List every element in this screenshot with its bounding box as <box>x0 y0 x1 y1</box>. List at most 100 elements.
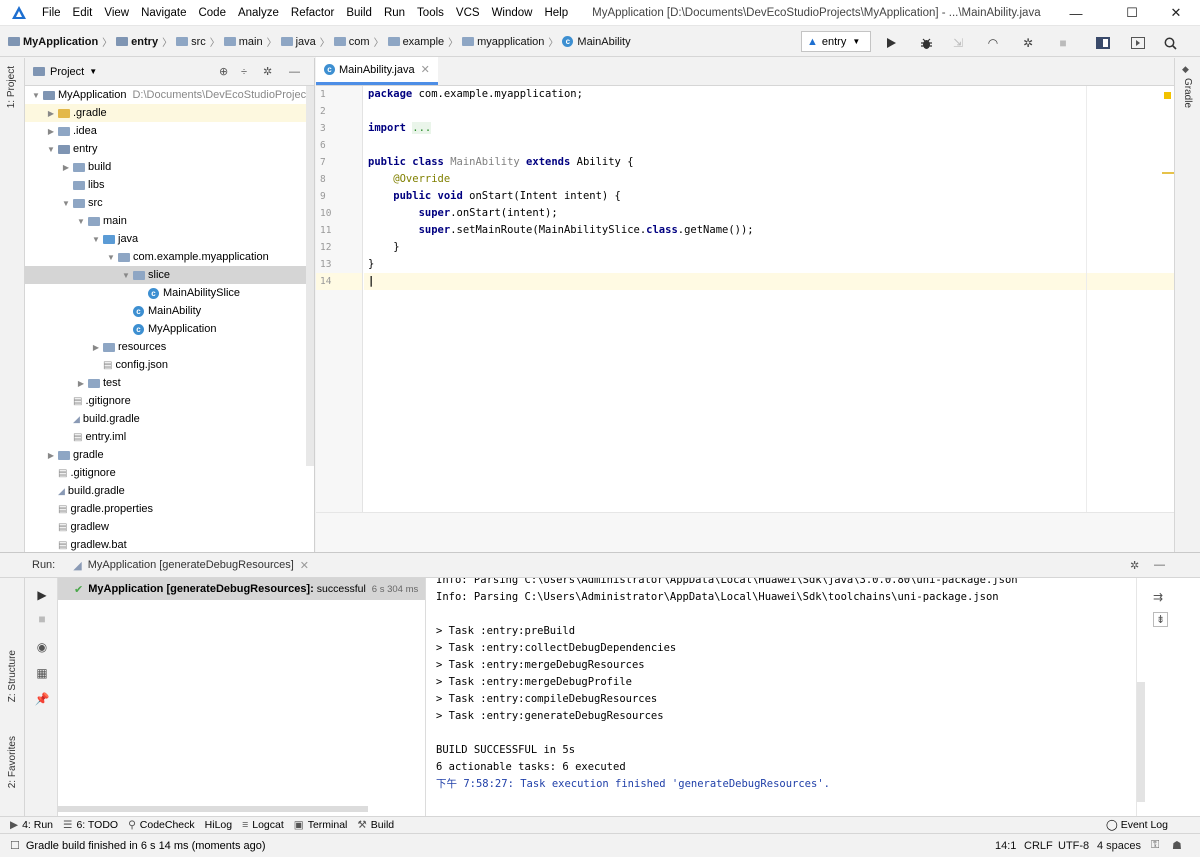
code-line[interactable]: public void onStart(Intent intent) { <box>364 188 1174 205</box>
menu-refactor[interactable]: Refactor <box>285 0 340 26</box>
debug-icon[interactable] <box>916 33 936 53</box>
tree-item[interactable]: ▼ slice <box>25 266 314 284</box>
caret-position[interactable]: 14:1 <box>995 840 1016 852</box>
tool-tab[interactable]: ☰ 6: TODO <box>63 819 118 831</box>
breadcrumb-item[interactable]: example 〉 <box>387 34 463 49</box>
status-message[interactable]: Gradle build finished in 6 s 14 ms (mome… <box>26 840 266 852</box>
breadcrumb-item[interactable]: MyApplication 〉 <box>8 34 116 49</box>
indent-setting[interactable]: 4 spaces <box>1097 840 1141 852</box>
structure-tool-tab[interactable]: Z: Structure <box>7 650 18 702</box>
tree-item[interactable]: ▶ resources <box>25 338 314 356</box>
stop-icon[interactable]: ■ <box>33 610 51 628</box>
code-line[interactable]: package com.example.myapplication; <box>364 86 1174 103</box>
menu-help[interactable]: Help <box>538 0 574 26</box>
tree-item[interactable]: ▼ main <box>25 212 314 230</box>
breadcrumb-item[interactable]: c MainAbility <box>562 36 631 48</box>
code-line[interactable]: public class MainAbility extends Ability… <box>364 154 1174 171</box>
tree-item[interactable]: ▶ test <box>25 374 314 392</box>
favorites-tool-tab[interactable]: 2: Favorites <box>7 736 18 788</box>
chevron-right-icon[interactable]: ▶ <box>74 379 88 388</box>
project-view-selector[interactable]: Project <box>50 66 84 78</box>
tree-item[interactable]: ▤ config.json <box>25 356 314 374</box>
chevron-down-icon[interactable]: ▼ <box>104 253 118 262</box>
close-icon[interactable]: ✕ <box>421 63 430 76</box>
menu-code[interactable]: Code <box>192 0 232 26</box>
tree-item[interactable]: ▤ entry.iml <box>25 428 314 446</box>
tree-item[interactable]: ▶ .gradle <box>25 104 314 122</box>
tool-tab[interactable]: ≡ Logcat <box>242 819 284 831</box>
code-line[interactable]: @Override <box>364 171 1174 188</box>
status-toggle-icon[interactable]: ☐ <box>10 839 20 852</box>
code-line[interactable]: import ... <box>364 120 1174 137</box>
gradle-tool-tab[interactable]: Gradle <box>1182 78 1193 108</box>
maximize-button[interactable]: ☐ <box>1114 0 1150 26</box>
chevron-down-icon[interactable]: ▼ <box>29 91 43 100</box>
tree-item[interactable]: ▼ com.example.myapplication <box>25 248 314 266</box>
breadcrumb-item[interactable]: src 〉 <box>176 34 224 49</box>
tool-tab[interactable]: ▣ Terminal <box>294 819 348 831</box>
rerun-icon[interactable]: ▶ <box>33 586 51 604</box>
tree-item[interactable]: c MainAbility <box>25 302 314 320</box>
code-line[interactable]: super.onStart(intent); <box>364 205 1174 222</box>
hide-icon[interactable]: — <box>1154 559 1165 571</box>
breadcrumb-item[interactable]: com 〉 <box>333 34 388 49</box>
tree-item[interactable]: libs <box>25 176 314 194</box>
tool-tab[interactable]: ⚲ CodeCheck <box>128 819 195 831</box>
soft-wrap-icon[interactable]: ⇉ <box>1153 590 1163 604</box>
code-line[interactable]: } <box>364 256 1174 273</box>
inspection-status-icon[interactable] <box>1164 92 1171 99</box>
tree-item[interactable]: ▼ java <box>25 230 314 248</box>
code-line[interactable] <box>364 137 1174 154</box>
menu-run[interactable]: Run <box>378 0 411 26</box>
tree-item[interactable]: ▼ entry <box>25 140 314 158</box>
tree-item[interactable]: ▶ build <box>25 158 314 176</box>
layout-icon[interactable]: ▦ <box>33 664 51 682</box>
chevron-down-icon[interactable]: ▼ <box>74 217 88 226</box>
tree-item[interactable]: c MainAbilitySlice <box>25 284 314 302</box>
tree-item[interactable]: ▤ .gitignore <box>25 464 314 482</box>
chevron-down-icon[interactable]: ▼ <box>59 199 73 208</box>
horizontal-scrollbar[interactable] <box>58 806 368 812</box>
project-structure-icon[interactable] <box>1093 33 1113 53</box>
run-tree-item[interactable]: ✔ MyApplication [generateDebugResources]… <box>58 578 425 600</box>
run-config-tab[interactable]: MyApplication [generateDebugResources] <box>88 559 294 571</box>
breadcrumb-item[interactable]: entry 〉 <box>116 34 176 49</box>
tool-tab[interactable]: HiLog <box>205 819 232 831</box>
code-line[interactable]: } <box>364 239 1174 256</box>
gear-icon[interactable]: ✲ <box>1130 559 1139 572</box>
attach-debugger-icon[interactable]: ⇲ <box>948 33 968 53</box>
lock-icon[interactable]: ⚿ <box>1151 839 1159 852</box>
tree-item[interactable]: ▼ src <box>25 194 314 212</box>
code-area[interactable]: package com.example.myapplication; import… <box>364 86 1174 512</box>
chevron-down-icon[interactable]: ▼ <box>89 235 103 244</box>
line-separator[interactable]: CRLF <box>1024 840 1053 852</box>
code-line[interactable]: | <box>364 273 1174 290</box>
menu-tools[interactable]: Tools <box>411 0 450 26</box>
tree-scrollbar[interactable] <box>306 86 314 466</box>
tool-tab[interactable]: ⚒ Build <box>357 819 394 831</box>
device-manager-icon[interactable] <box>1128 33 1148 53</box>
menu-view[interactable]: View <box>98 0 135 26</box>
chevron-right-icon[interactable]: ▶ <box>44 109 58 118</box>
chevron-right-icon[interactable]: ▶ <box>44 451 58 460</box>
menu-build[interactable]: Build <box>340 0 378 26</box>
view-icon[interactable]: ◉ <box>33 638 51 656</box>
code-line[interactable] <box>364 103 1174 120</box>
scroll-to-end-icon[interactable]: ⇟ <box>1153 612 1169 627</box>
tree-item[interactable]: ▤ gradlew <box>25 518 314 536</box>
menu-file[interactable]: File <box>36 0 67 26</box>
tree-item[interactable]: ◢ build.gradle <box>25 482 314 500</box>
close-icon[interactable]: ✕ <box>300 559 309 572</box>
run-config-selector[interactable]: ▲ entry ▼ <box>801 31 871 52</box>
minimize-button[interactable]: — <box>1058 0 1094 26</box>
tree-item[interactable]: ◢ build.gradle <box>25 410 314 428</box>
console-scrollbar[interactable] <box>1137 682 1145 802</box>
run-icon[interactable] <box>881 33 901 53</box>
chevron-right-icon[interactable]: ▶ <box>59 163 73 172</box>
stop-icon[interactable]: ■ <box>1053 33 1073 53</box>
tree-item[interactable]: ▼ MyApplication D:\Documents\DevEcoStudioP… <box>25 86 314 104</box>
tool-tab[interactable]: ▶ 4: Run <box>10 819 53 831</box>
pin-icon[interactable]: 📌 <box>33 690 51 708</box>
tree-item[interactable]: ▤ gradlew.bat <box>25 536 314 552</box>
menu-analyze[interactable]: Analyze <box>232 0 285 26</box>
